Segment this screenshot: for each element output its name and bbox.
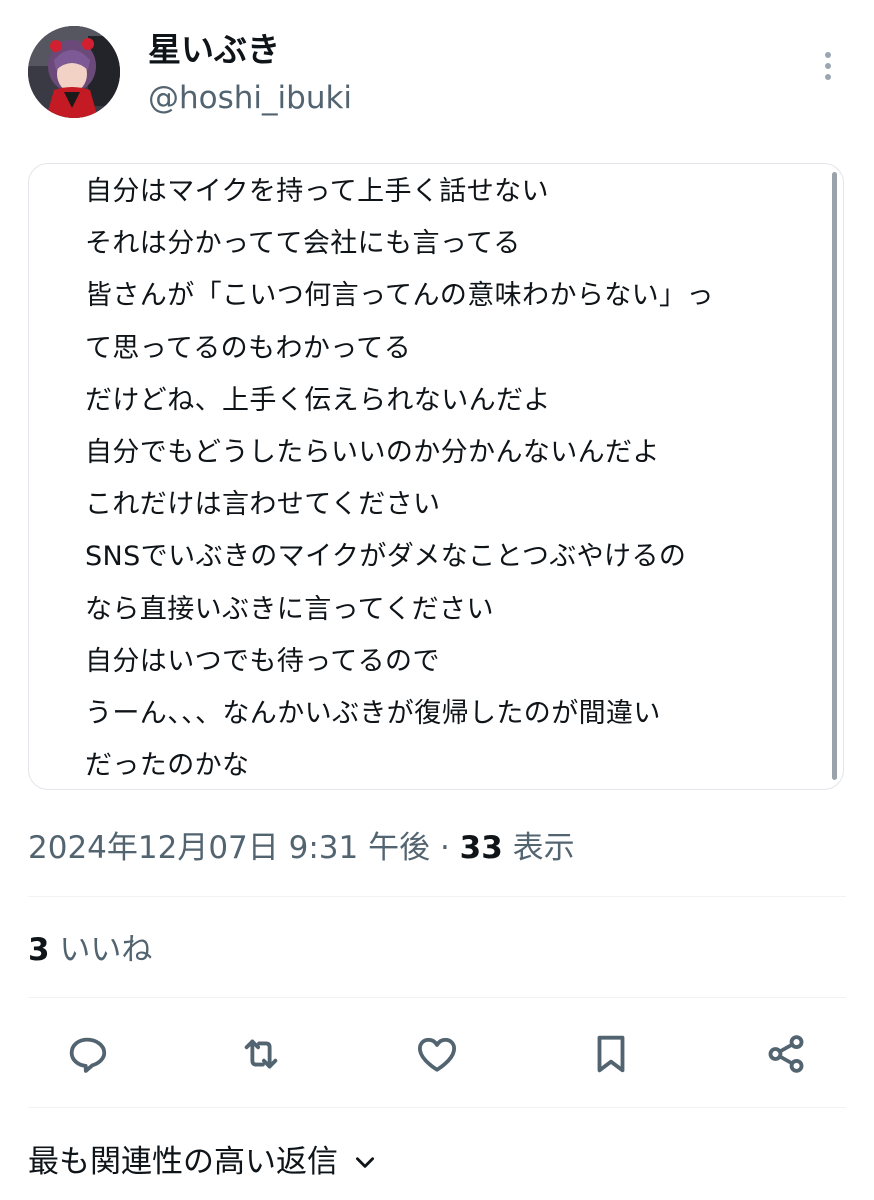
action-bar <box>28 1022 846 1086</box>
post-line: 皆さんが「こいつ何言ってんの意味わからない」っ <box>85 280 714 312</box>
bookmark-button[interactable] <box>585 1028 637 1080</box>
post-timestamp[interactable]: 2024年12月07日 9:31 午後 <box>28 830 430 866</box>
views-label: 表示 <box>502 830 575 866</box>
repost-icon <box>244 1039 278 1069</box>
like-button[interactable] <box>411 1028 463 1080</box>
likes-link[interactable]: 3 いいね <box>28 928 152 972</box>
replies-sort-dropdown[interactable]: 最も関連性の高い返信 <box>28 1140 378 1184</box>
post-line: だったのかな <box>85 750 250 782</box>
divider <box>28 1107 846 1108</box>
post-line: だけどね、上手く伝えられないんだよ <box>85 384 551 416</box>
post-line: SNSでいぶきのマイクがダメなことつぶやけるの <box>85 541 687 573</box>
more-vertical-icon <box>825 52 831 80</box>
post-line: それは分かってて会社にも言ってる <box>85 228 521 260</box>
post-meta: 2024年12月07日 9:31 午後 · 33 表示 <box>28 826 575 870</box>
post-header: 星いぶき @hoshi_ibuki <box>28 26 846 122</box>
post-line: 自分はいつでも待ってるので <box>85 645 440 677</box>
avatar[interactable] <box>28 26 120 118</box>
user-handle[interactable]: @hoshi_ibuki <box>148 78 352 118</box>
post-line: 自分でもどうしたらいいのか分かんないんだよ <box>85 436 660 468</box>
repost-button[interactable] <box>235 1028 287 1080</box>
bookmark-icon <box>597 1035 625 1073</box>
scrollbar-thumb[interactable] <box>832 172 837 780</box>
post-line: て思ってるのもわかってる <box>85 332 412 364</box>
meta-separator: · <box>430 830 460 866</box>
avatar-image <box>28 26 120 118</box>
post-text: 自分はマイクを持って上手く話せない それは分かってて会社にも言ってる 皆さんが「… <box>85 166 825 789</box>
replies-sort-label: 最も関連性の高い返信 <box>28 1144 338 1180</box>
likes-label: いいね <box>49 932 153 968</box>
post-line: これだけは言わせてください <box>85 489 441 521</box>
share-button[interactable] <box>760 1028 812 1080</box>
post-body: 自分はマイクを持って上手く話せない それは分かってて会社にも言ってる 皆さんが「… <box>28 163 844 790</box>
display-name[interactable]: 星いぶき <box>148 30 280 70</box>
divider <box>28 896 846 897</box>
views-count: 33 <box>459 830 503 866</box>
post-line: なら直接いぶきに言ってください <box>85 593 494 625</box>
post-line: うーん、、、なんかいぶきが復帰したのが間違い <box>85 697 661 729</box>
reply-icon <box>69 1037 107 1073</box>
likes-count: 3 <box>28 932 50 968</box>
post-line: 自分はマイクを持って上手く話せない <box>85 176 549 207</box>
more-options-button[interactable] <box>812 44 844 88</box>
share-icon <box>768 1035 804 1073</box>
heart-icon <box>417 1037 457 1072</box>
reply-button[interactable] <box>61 1028 113 1080</box>
chevron-down-icon <box>356 1157 374 1168</box>
divider <box>28 997 846 998</box>
